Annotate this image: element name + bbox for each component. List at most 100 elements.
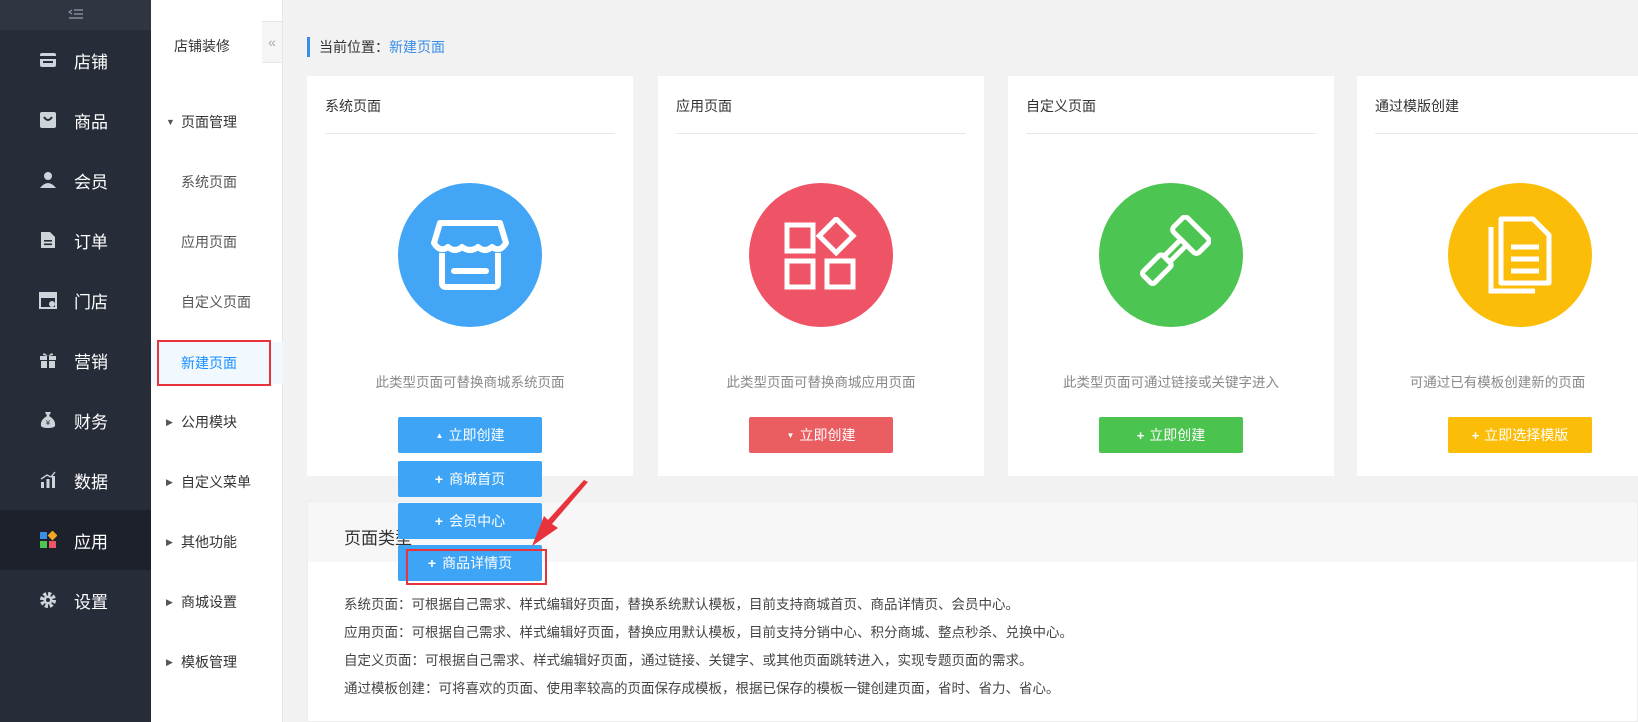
highlight-box <box>157 340 271 386</box>
choose-template-button[interactable]: + 立即选择模版 <box>1448 417 1592 453</box>
nav-item-label: 订单 <box>74 232 108 252</box>
create-custom-page-button[interactable]: + 立即创建 <box>1099 417 1243 453</box>
group-page-manage[interactable]: ▼ 页面管理 <box>166 112 237 132</box>
nav-item-marketing[interactable]: 营销 <box>0 330 151 390</box>
button-label: 立即创建 <box>448 427 505 443</box>
plus-icon: + <box>434 471 444 487</box>
info-line: 系统页面：可根据自己需求、样式编辑好页面，替换系统默认模板，目前支持商城首页、商… <box>344 597 1019 612</box>
card-title: 通过模版创建 <box>1375 98 1459 114</box>
nav-item-label: 应用 <box>74 532 108 552</box>
group-label: 其他功能 <box>181 534 237 550</box>
nav-item-apps[interactable]: 应用 <box>0 510 151 570</box>
gear-icon <box>38 590 58 610</box>
button-label: 立即创建 <box>799 427 856 443</box>
caret-down-icon: ▼ <box>166 117 175 127</box>
caret-right-icon: ▶ <box>166 416 173 427</box>
card-description: 此类型页面可通过链接或关键字进入 <box>1063 375 1279 390</box>
app-grid-icon <box>749 183 893 327</box>
plus-icon: + <box>434 513 444 529</box>
shopping-bag-icon <box>38 110 58 130</box>
nav-item-label: 财务 <box>74 412 108 432</box>
store-icon <box>38 50 58 70</box>
nav-item-data[interactable]: 数据 <box>0 450 151 510</box>
nav-item-finance[interactable]: ¥ 财务 <box>0 390 151 450</box>
annotation-arrow-icon <box>532 480 588 546</box>
plus-icon: + <box>1136 427 1145 443</box>
nav-item-label: 门店 <box>74 292 108 312</box>
card-title: 自定义页面 <box>1026 98 1096 114</box>
documents-icon <box>1448 183 1592 327</box>
nav-item-label: 设置 <box>74 592 108 612</box>
caret-right-icon: ▶ <box>166 476 173 487</box>
document-icon <box>38 230 58 250</box>
paint-roller-icon <box>1099 183 1243 327</box>
create-app-page-button[interactable]: ▼ 立即创建 <box>749 417 893 453</box>
dropdown-label: 商城首页 <box>449 471 506 487</box>
create-system-page-button[interactable]: ▲ 立即创建 <box>398 417 542 453</box>
divider <box>1026 133 1316 134</box>
button-label: 立即选择模版 <box>1484 427 1569 443</box>
sidebar-item-custom-page[interactable]: 自定义页面 <box>181 292 251 312</box>
group-label: 商城设置 <box>181 594 237 610</box>
divider <box>1375 133 1638 134</box>
nav-item-order[interactable]: 订单 <box>0 210 151 270</box>
dropdown-label: 会员中心 <box>449 513 506 529</box>
nav-item-settings[interactable]: 设置 <box>0 570 151 630</box>
dropdown-item-mall-home[interactable]: + 商城首页 <box>398 461 542 497</box>
caret-right-icon: ▶ <box>166 656 173 667</box>
caret-down-icon: ▼ <box>786 430 795 440</box>
nav-item-shop[interactable]: 门店 <box>0 270 151 330</box>
group-template-manage[interactable]: ▶ 模板管理 <box>166 652 237 672</box>
caret-right-icon: ▶ <box>166 536 173 547</box>
group-public-module[interactable]: ▶ 公用模块 <box>166 412 237 432</box>
card-title: 应用页面 <box>676 98 732 114</box>
apps-icon <box>38 530 58 550</box>
highlight-box <box>406 549 547 585</box>
breadcrumb: 当前位置：新建页面 <box>307 37 445 57</box>
caret-up-icon: ▲ <box>435 430 444 440</box>
nav-item-label: 店铺 <box>74 52 108 72</box>
breadcrumb-prefix: 当前位置： <box>319 39 389 55</box>
info-line: 通过模板创建：可将喜欢的页面、使用率较高的页面保存成模板，根据已保存的模板一键创… <box>344 681 1060 696</box>
card-app-page: 应用页面 此类型页面可替换商城应用页面 ▼ 立即创建 <box>658 76 984 476</box>
sub-sidebar-title: 店铺装修 <box>174 38 230 54</box>
card-description: 此类型页面可替换商城应用页面 <box>726 375 916 390</box>
double-chevron-left-icon: « <box>268 34 276 50</box>
card-description: 此类型页面可替换商城系统页面 <box>375 375 565 390</box>
group-label: 公用模块 <box>181 414 237 430</box>
group-label: 自定义菜单 <box>181 474 251 490</box>
group-custom-menu[interactable]: ▶ 自定义菜单 <box>166 472 251 492</box>
svg-text:¥: ¥ <box>46 419 51 427</box>
plus-icon: + <box>1471 427 1480 443</box>
divider <box>325 133 615 134</box>
gift-icon <box>38 350 58 370</box>
breadcrumb-current[interactable]: 新建页面 <box>389 39 445 55</box>
sidebar-item-system-page[interactable]: 系统页面 <box>181 172 237 192</box>
group-label: 模板管理 <box>181 654 237 670</box>
user-icon <box>38 170 58 190</box>
card-custom-page: 自定义页面 此类型页面可通过链接或关键字进入 + 立即创建 <box>1008 76 1334 476</box>
bar-chart-icon <box>38 470 58 490</box>
caret-right-icon: ▶ <box>166 596 173 607</box>
collapse-menu-icon[interactable] <box>0 0 151 30</box>
divider <box>676 133 966 134</box>
nav-item-goods[interactable]: 商品 <box>0 90 151 150</box>
info-line: 应用页面：可根据自己需求、样式编辑好页面，替换应用默认模板，目前支持分销中心、积… <box>344 625 1073 640</box>
dropdown-item-member-center[interactable]: + 会员中心 <box>398 503 542 539</box>
nav-item-label: 会员 <box>74 172 108 192</box>
card-system-page: 系统页面 此类型页面可替换商城系统页面 ▲ 立即创建 <box>307 76 633 476</box>
nav-item-store[interactable]: 店铺 <box>0 30 151 90</box>
nav-item-label: 商品 <box>74 112 108 132</box>
card-title: 系统页面 <box>325 98 381 114</box>
group-label: 页面管理 <box>181 114 237 130</box>
money-bag-icon: ¥ <box>38 410 58 430</box>
sidebar-item-app-page[interactable]: 应用页面 <box>181 232 237 252</box>
card-description: 可通过已有模板创建新的页面 <box>1409 375 1586 390</box>
nav-item-label: 数据 <box>74 472 108 492</box>
group-mall-settings[interactable]: ▶ 商城设置 <box>166 592 237 612</box>
collapse-sidebar-button[interactable]: « <box>262 21 283 63</box>
group-other-functions[interactable]: ▶ 其他功能 <box>166 532 237 552</box>
nav-item-label: 营销 <box>74 352 108 372</box>
button-label: 立即创建 <box>1149 427 1206 443</box>
nav-item-member[interactable]: 会员 <box>0 150 151 210</box>
